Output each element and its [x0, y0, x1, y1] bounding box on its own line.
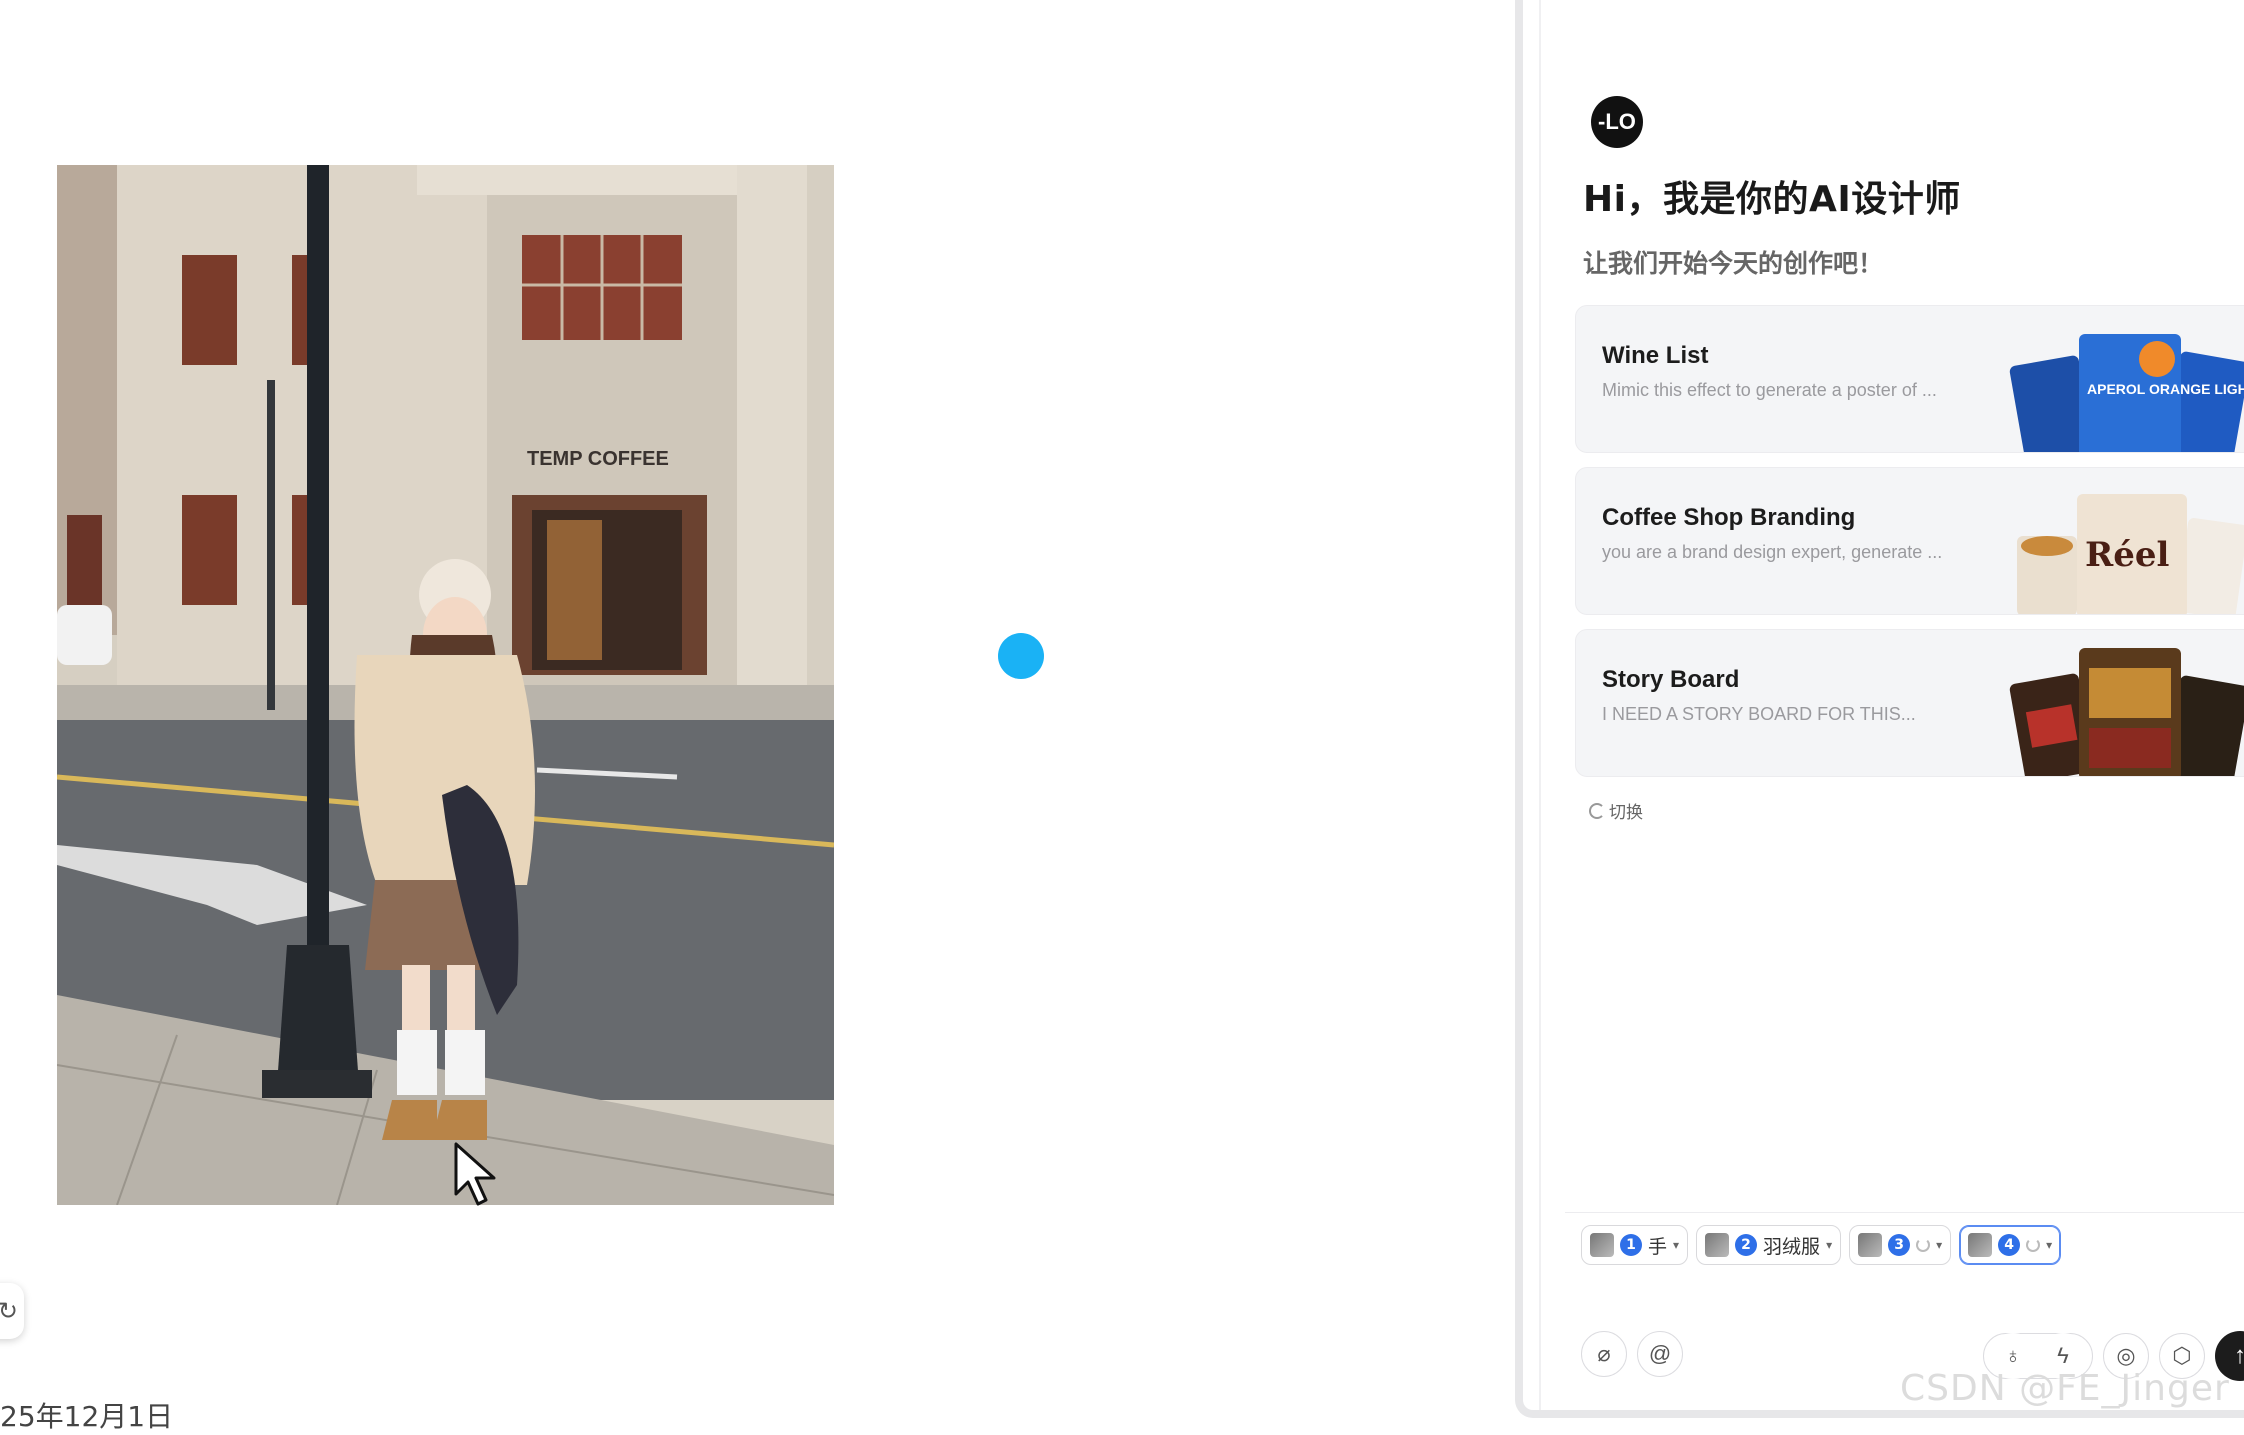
chevron-down-icon[interactable]: ▾	[1936, 1238, 1942, 1252]
greeting-subtitle: 让我们开始今天的创作吧！	[1583, 249, 1884, 278]
ai-designer-panel: -LO Hi，我是你的AI设计师 让我们开始今天的创作吧！ Wine List …	[1515, 0, 2244, 1418]
image-reference-chips: 1 手 ▾ 2 羽绒服 ▾ 3 ▾ 4 ▾	[1581, 1225, 2062, 1265]
canvas-side-toggle-button[interactable]: ↻	[0, 1283, 24, 1339]
chip-label: 手	[1648, 1235, 1668, 1258]
input-tools-left: ⌀ @	[1581, 1331, 1683, 1377]
attach-button[interactable]: ⌀	[1581, 1331, 1627, 1377]
chip-number-badge: 3	[1888, 1234, 1911, 1256]
paperclip-icon: ⌀	[1597, 1341, 1611, 1366]
image-chip-1[interactable]: 1 手 ▾	[1581, 1225, 1689, 1265]
chip-number-badge: 1	[1620, 1234, 1642, 1256]
switch-label: 切换	[1609, 803, 1643, 823]
at-icon: @	[1648, 1341, 1672, 1366]
refresh-icon: ↻	[0, 1297, 18, 1325]
image-chip-2[interactable]: 2 羽绒服 ▾	[1696, 1225, 1842, 1265]
mention-button[interactable]: @	[1637, 1331, 1683, 1377]
switch-templates-button[interactable]: 切换	[1589, 798, 1643, 823]
coffee-branding-thumbnail: Réel	[2017, 494, 2244, 614]
card-title: Story Board	[1602, 666, 1740, 693]
card-art-text: APEROL ORANGE LIGHT	[2087, 381, 2244, 397]
image-thumbnail	[1705, 1233, 1730, 1257]
template-card-story-board[interactable]: Story Board I NEED A STORY BOARD FOR THI…	[1575, 629, 2244, 777]
template-card-wine-list[interactable]: Wine List Mimic this effect to generate …	[1575, 305, 2244, 453]
design-canvas[interactable]: TEMP COFFEE ↻ 25年12月1日	[0, 0, 1515, 1433]
street-photo-illustration: TEMP COFFEE	[57, 165, 834, 1205]
image-thumbnail	[1590, 1233, 1614, 1257]
card-art-text: Réel	[2085, 535, 2170, 575]
loading-spinner-icon	[1916, 1238, 1931, 1252]
arrow-up-icon: ↑	[2234, 1342, 2244, 1369]
card-title: Coffee Shop Branding	[1602, 504, 1856, 531]
lightning-icon: ϟ	[2057, 1343, 2069, 1368]
greeting-title: Hi，我是你的AI设计师	[1583, 179, 1961, 220]
chip-label: 羽绒服	[1763, 1235, 1821, 1258]
image-chip-3[interactable]: 3 ▾	[1849, 1225, 1952, 1265]
coffee-sign: TEMP COFFEE	[527, 448, 669, 470]
globe-icon: ◎	[2116, 1343, 2136, 1368]
chevron-down-icon[interactable]: ▾	[1826, 1238, 1832, 1252]
card-description: you are a brand design expert, generate …	[1602, 542, 1943, 562]
loading-spinner-icon	[2026, 1238, 2041, 1252]
refresh-icon	[1589, 802, 1605, 819]
image-thumbnail	[1858, 1233, 1883, 1257]
chevron-down-icon[interactable]: ▾	[1673, 1238, 1679, 1252]
card-title: Wine List	[1602, 342, 1709, 369]
image-chip-4[interactable]: 4 ▾	[1959, 1225, 2062, 1265]
chip-number-badge: 4	[1998, 1234, 2021, 1256]
chip-number-badge: 2	[1735, 1234, 1758, 1256]
date-label: 25年12月1日	[0, 1400, 174, 1433]
wine-poster-thumbnail: APEROL ORANGE LIGHT	[2009, 334, 2244, 452]
cube-icon: ⬡	[2172, 1343, 2192, 1368]
template-card-coffee-branding[interactable]: Coffee Shop Branding you are a brand des…	[1575, 467, 2244, 615]
canvas-photo[interactable]: TEMP COFFEE	[57, 165, 834, 1205]
mouse-cursor-icon	[454, 1142, 496, 1206]
watermark-text: CSDN @FE_Jinger	[1900, 1368, 2230, 1409]
image-thumbnail	[1968, 1233, 1993, 1257]
storyboard-thumbnail	[2009, 648, 2244, 776]
selection-dot[interactable]	[998, 633, 1044, 679]
card-description: I NEED A STORY BOARD FOR THIS...	[1602, 704, 1916, 724]
card-description: Mimic this effect to generate a poster o…	[1602, 380, 1937, 400]
lightbulb-icon: ♁	[2004, 1343, 2022, 1368]
app-logo: -LO	[1591, 96, 1643, 148]
chevron-down-icon[interactable]: ▾	[2046, 1238, 2052, 1252]
